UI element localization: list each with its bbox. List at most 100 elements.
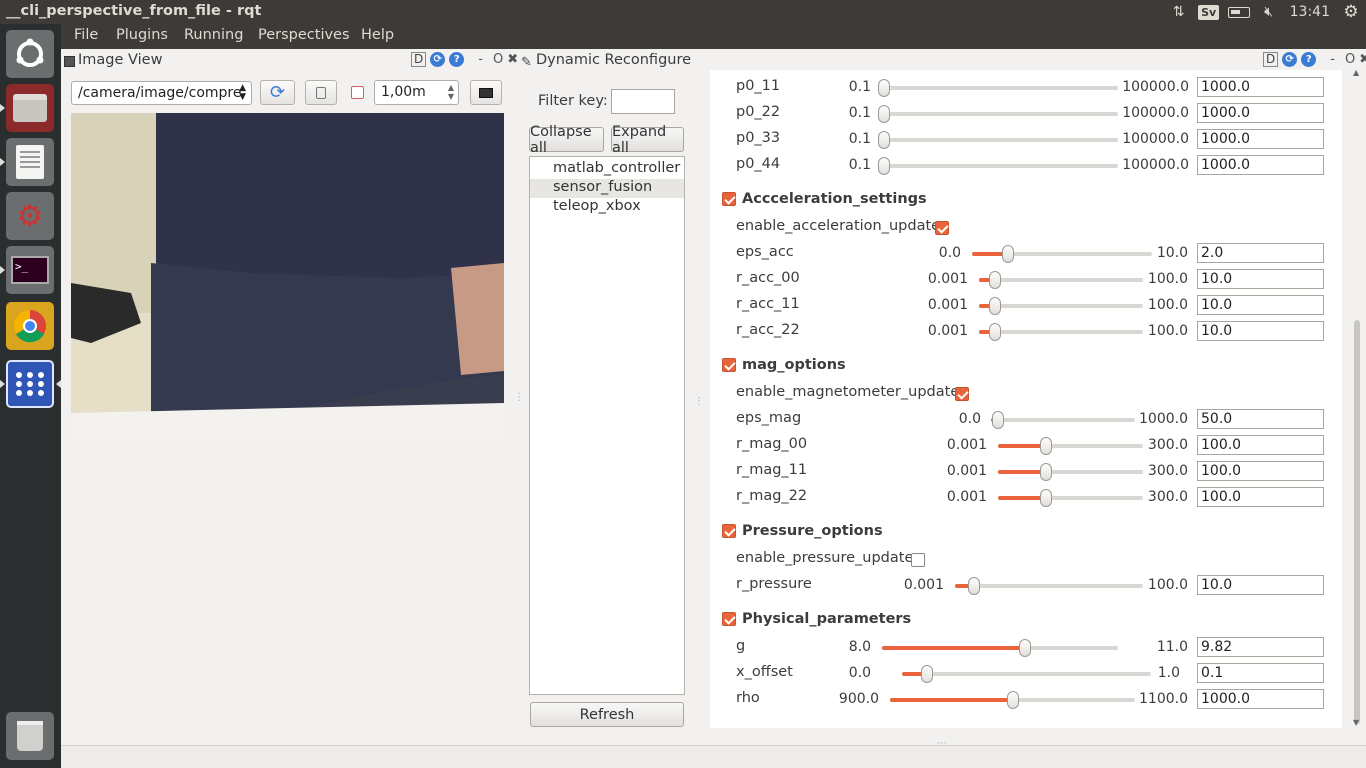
menu-help[interactable]: Help: [361, 27, 394, 43]
param-value-field[interactable]: 1000.0: [1197, 129, 1324, 149]
dock-minimize-icon[interactable]: -: [1330, 52, 1335, 67]
param-slider[interactable]: [878, 157, 1118, 175]
dock-reload-icon[interactable]: ⟳: [1282, 52, 1298, 67]
dock-close-icon[interactable]: ✖: [1359, 52, 1366, 67]
scroll-up-arrow-icon[interactable]: ▲: [1353, 68, 1359, 77]
refresh-topics-button[interactable]: ⟳: [260, 80, 295, 105]
settings-icon[interactable]: ⚙: [6, 192, 54, 240]
dock-reload-icon[interactable]: ⟳: [430, 52, 446, 67]
terminal-icon[interactable]: >_: [6, 246, 54, 294]
param-slider[interactable]: [979, 297, 1143, 315]
slider-handle[interactable]: [967, 577, 980, 595]
param-slider[interactable]: [878, 79, 1118, 97]
mouse-publish-checkbox[interactable]: [351, 86, 364, 99]
slider-handle[interactable]: [878, 157, 891, 175]
slider-handle[interactable]: [878, 79, 891, 97]
apps-grid-icon[interactable]: [6, 360, 54, 408]
dock-minimize-icon[interactable]: -: [478, 52, 483, 67]
param-slider[interactable]: [972, 245, 1152, 263]
slider-handle[interactable]: [1019, 639, 1032, 657]
resize-grip-icon[interactable]: ⋯: [937, 738, 947, 749]
param-value-field[interactable]: 100.0: [1197, 461, 1324, 481]
param-slider[interactable]: [902, 665, 1151, 683]
group-checkbox[interactable]: [722, 358, 736, 372]
slider-handle[interactable]: [989, 271, 1002, 289]
file-manager-icon[interactable]: [6, 84, 54, 132]
menu-plugins[interactable]: Plugins: [116, 27, 168, 43]
slider-handle[interactable]: [1006, 691, 1019, 709]
param-value-field[interactable]: 0.1: [1197, 663, 1324, 683]
trash-icon[interactable]: [6, 712, 54, 760]
param-value-field[interactable]: 10.0: [1197, 575, 1324, 595]
param-slider[interactable]: [979, 271, 1143, 289]
save-image-button[interactable]: [305, 80, 337, 105]
filter-key-input[interactable]: [611, 89, 675, 114]
param-value-field[interactable]: 10.0: [1197, 269, 1324, 289]
collapse-all-button[interactable]: Collapse all: [529, 124, 604, 156]
clock[interactable]: 13:41: [1284, 4, 1336, 20]
dock-float-icon[interactable]: O: [493, 52, 503, 67]
toggle-checkbox[interactable]: [911, 553, 925, 567]
spin-arrows-icon[interactable]: ▲ ▼: [448, 83, 454, 101]
dock-help-icon[interactable]: ?: [1301, 52, 1317, 67]
param-value-field[interactable]: 2.0: [1197, 243, 1324, 263]
zoom-spinbox[interactable]: 1,00m ▲ ▼: [374, 80, 459, 105]
param-value-field[interactable]: 10.0: [1197, 295, 1324, 315]
slider-handle[interactable]: [878, 105, 891, 123]
topic-select[interactable]: /camera/image/compre ▲ ▼: [71, 81, 252, 105]
slider-handle[interactable]: [1002, 245, 1014, 263]
volume-muted-icon[interactable]: 🔇︎: [1254, 0, 1284, 24]
param-value-field[interactable]: 100.0: [1197, 435, 1324, 455]
param-slider[interactable]: [878, 105, 1118, 123]
network-icon[interactable]: ⇅: [1164, 0, 1194, 24]
dock-close-icon[interactable]: ✖: [507, 52, 518, 67]
menu-running[interactable]: Running: [184, 27, 243, 43]
node-item-sensor-fusion[interactable]: sensor_fusion: [530, 179, 684, 198]
slider-handle[interactable]: [992, 411, 1005, 429]
refresh-button[interactable]: Refresh: [530, 702, 684, 727]
node-item-matlab-controller[interactable]: matlab_controller: [530, 160, 684, 179]
gear-icon[interactable]: ⚙: [1336, 0, 1366, 24]
param-slider[interactable]: [890, 691, 1135, 709]
param-value-field[interactable]: 10.0: [1197, 321, 1324, 341]
param-slider[interactable]: [955, 577, 1143, 595]
menu-file[interactable]: File: [74, 27, 98, 43]
menu-perspectives[interactable]: Perspectives: [258, 27, 350, 43]
dock-debug-icon[interactable]: D: [411, 52, 427, 67]
chrome-icon[interactable]: [6, 302, 54, 350]
scrollbar-thumb[interactable]: [1354, 320, 1360, 724]
slider-handle[interactable]: [920, 665, 933, 683]
slider-handle[interactable]: [1040, 463, 1053, 481]
ubuntu-dash-icon[interactable]: [6, 30, 54, 78]
dock-float-icon[interactable]: O: [1345, 52, 1355, 67]
param-slider[interactable]: [998, 463, 1143, 481]
scroll-down-arrow-icon[interactable]: ▼: [1353, 718, 1359, 727]
group-checkbox[interactable]: [722, 192, 736, 206]
param-value-field[interactable]: 9.82: [1197, 637, 1324, 657]
slider-handle[interactable]: [1040, 489, 1053, 507]
splitter-handle[interactable]: ⋮: [694, 396, 704, 407]
expand-all-button[interactable]: Expand all: [611, 124, 684, 156]
slider-handle[interactable]: [1040, 437, 1053, 455]
toggle-checkbox[interactable]: [935, 221, 949, 235]
text-editor-icon[interactable]: [6, 138, 54, 186]
toggle-checkbox[interactable]: [955, 387, 969, 401]
group-checkbox[interactable]: [722, 524, 736, 538]
dock-help-icon[interactable]: ?: [449, 52, 465, 67]
param-value-field[interactable]: 50.0: [1197, 409, 1324, 429]
param-value-field[interactable]: 1000.0: [1197, 103, 1324, 123]
param-slider[interactable]: [998, 437, 1143, 455]
group-checkbox[interactable]: [722, 612, 736, 626]
param-value-field[interactable]: 1000.0: [1197, 689, 1324, 709]
param-value-field[interactable]: 1000.0: [1197, 77, 1324, 97]
slider-handle[interactable]: [878, 131, 891, 149]
splitter-handle[interactable]: ⋮: [514, 392, 524, 403]
battery-icon[interactable]: [1224, 0, 1254, 24]
slider-handle[interactable]: [989, 297, 1002, 315]
node-item-teleop-xbox[interactable]: teleop_xbox: [530, 198, 684, 217]
param-slider[interactable]: [998, 489, 1143, 507]
param-scrollbar[interactable]: ▲ ▼: [1352, 68, 1362, 728]
param-slider[interactable]: [878, 131, 1118, 149]
dock-debug-icon[interactable]: D: [1263, 52, 1279, 67]
param-slider[interactable]: [882, 639, 1118, 657]
